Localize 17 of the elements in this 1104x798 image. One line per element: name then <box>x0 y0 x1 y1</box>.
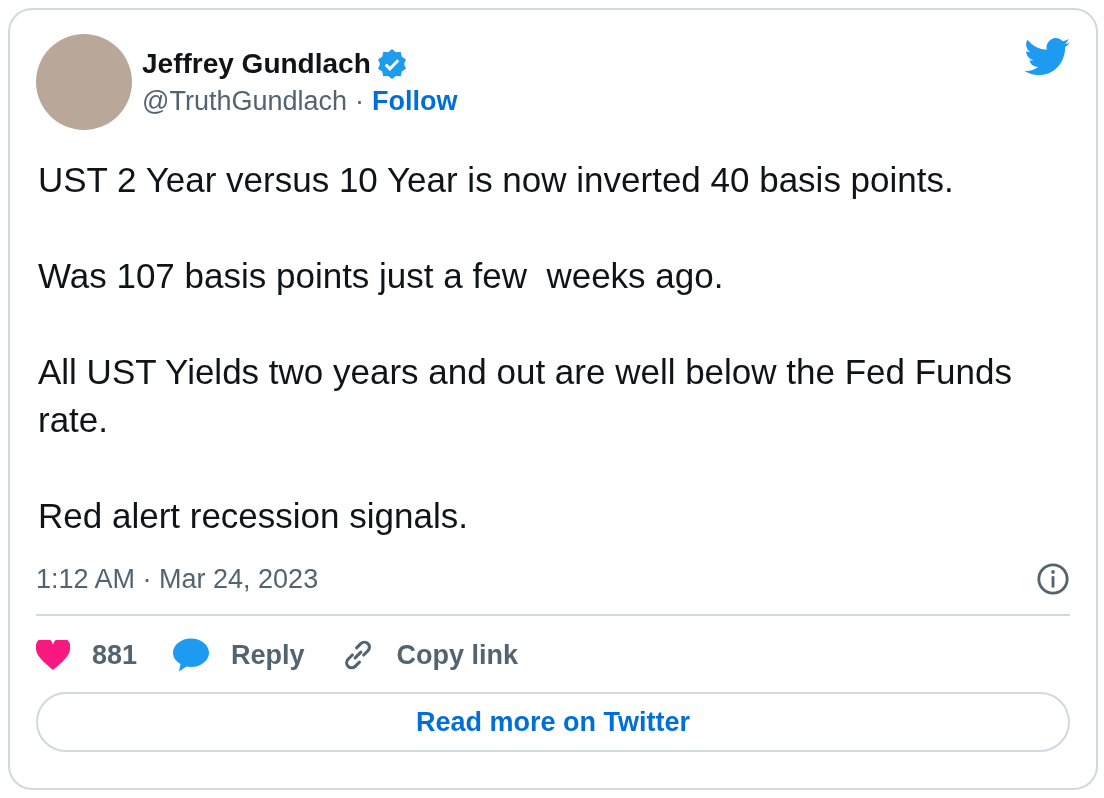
author-name[interactable]: Jeffrey Gundlach <box>142 47 371 80</box>
like-action[interactable]: 881 <box>36 638 138 672</box>
read-more-button[interactable]: Read more on Twitter <box>36 692 1070 752</box>
tweet-text: Was 107 basis points just a few weeks ago. <box>37 255 725 297</box>
tweet-text: UST 2 Year versus 10 Year is now inverted 40 basis points. <box>37 159 955 201</box>
info-icon[interactable] <box>1036 562 1070 596</box>
author-handle: @TruthGundlach <box>142 85 347 117</box>
speech-bubble-icon <box>173 638 210 672</box>
copy-action[interactable]: Copy link <box>340 638 519 672</box>
separator: · <box>355 85 364 117</box>
follow-link[interactable]: Follow <box>372 85 458 117</box>
tweet-text: Red alert recession signals. <box>37 495 469 537</box>
tweet-text: All UST Yields two years and out are well below the Fed Funds rate. <box>37 351 1014 441</box>
reply-action[interactable]: Reply <box>173 638 305 672</box>
timestamp[interactable]: 1:12 AM · Mar 24, 2023 <box>36 563 319 595</box>
heart-icon <box>36 640 70 670</box>
bird-logo-icon[interactable] <box>1024 38 1070 76</box>
